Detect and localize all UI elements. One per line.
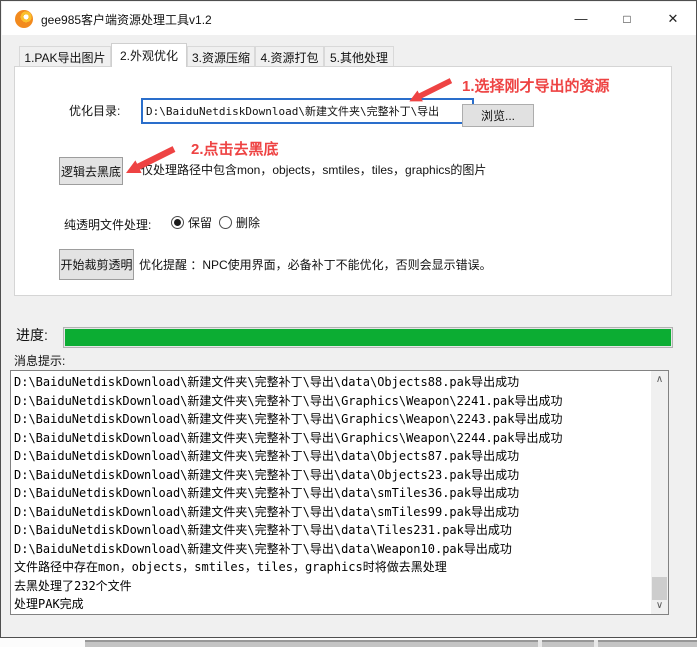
filter-hint: 仅处理路径中包含mon，objects，smtiles，tiles，graphi… bbox=[141, 163, 487, 177]
background-strip bbox=[0, 638, 697, 647]
scroll-down-icon[interactable]: ∨ bbox=[651, 597, 668, 614]
log-line: D:\BaiduNetdiskDownload\新建文件夹\完整补丁\导出\Gr… bbox=[14, 430, 563, 445]
progress-fill bbox=[65, 329, 671, 346]
annotation-1: 1.选择刚才导出的资源 bbox=[462, 78, 610, 95]
log-line: D:\BaiduNetdiskDownload\新建文件夹\完整补丁\导出\da… bbox=[14, 541, 512, 556]
log-line: D:\BaiduNetdiskDownload\新建文件夹\完整补丁\导出\Gr… bbox=[14, 393, 563, 408]
progress-bar bbox=[63, 327, 673, 348]
radio-unselected-icon bbox=[219, 216, 232, 229]
log-line: D:\BaiduNetdiskDownload\新建文件夹\完整补丁\导出\da… bbox=[14, 449, 520, 463]
background-bar-gap bbox=[594, 640, 598, 647]
log-line: D:\BaiduNetdiskDownload\新建文件夹\完整补丁\导出\da… bbox=[14, 504, 520, 519]
log-line: 处理PAK完成 bbox=[14, 597, 84, 611]
log-line: D:\BaiduNetdiskDownload\新建文件夹\完整补丁\导出\da… bbox=[14, 486, 520, 500]
crop-hint: 优化提醒 ：NPC使用界面，必备补丁不能优化，否则会显示错误。 bbox=[139, 258, 492, 272]
tab-other[interactable]: 5.其他处理 bbox=[324, 46, 394, 67]
minimize-icon: — bbox=[574, 11, 588, 26]
app-window: gee985客户端资源处理工具v1.2 — □ ✕ 1.PAK导出图片 2.外观… bbox=[0, 0, 697, 638]
window-title: gee985客户端资源处理工具v1.2 bbox=[41, 13, 212, 27]
radio-delete[interactable]: 删除 bbox=[219, 214, 260, 231]
tab-pack[interactable]: 4.资源打包 bbox=[255, 46, 324, 67]
browse-button[interactable]: 浏览... bbox=[462, 104, 534, 127]
close-button[interactable]: ✕ bbox=[650, 2, 696, 35]
scroll-up-icon[interactable]: ∧ bbox=[651, 371, 668, 388]
log-lines: D:\BaiduNetdiskDownload\新建文件夹\完整补丁\导出\da… bbox=[14, 373, 642, 614]
log-line: D:\BaiduNetdiskDownload\新建文件夹\完整补丁\导出\da… bbox=[14, 523, 512, 537]
minimize-button[interactable]: — bbox=[558, 2, 604, 35]
vertical-scrollbar[interactable]: ∧ ∨ bbox=[651, 371, 668, 614]
radio-selected-icon bbox=[171, 216, 184, 229]
titlebar[interactable]: gee985客户端资源处理工具v1.2 — □ ✕ bbox=[2, 2, 696, 35]
progress-label: 进度: bbox=[16, 327, 48, 343]
background-bar bbox=[85, 640, 697, 647]
radio-keep-label: 保留 bbox=[188, 216, 213, 230]
tab-compress[interactable]: 3.资源压缩 bbox=[187, 46, 255, 67]
messages-label: 消息提示: bbox=[14, 354, 66, 368]
annotation-arrow-1-icon bbox=[409, 78, 453, 102]
annotation-2: 2.点击去黑底 bbox=[191, 141, 279, 158]
app-icon bbox=[15, 10, 33, 28]
log-line: D:\BaiduNetdiskDownload\新建文件夹\完整补丁\导出\da… bbox=[14, 467, 520, 482]
tab-pak-export[interactable]: 1.PAK导出图片 bbox=[19, 46, 111, 67]
log-line: D:\BaiduNetdiskDownload\新建文件夹\完整补丁\导出\da… bbox=[14, 375, 520, 389]
crop-transparent-button[interactable]: 开始裁剪透明 bbox=[59, 249, 134, 280]
background-bar-gap bbox=[538, 640, 542, 647]
tab-appearance[interactable]: 2.外观优化 bbox=[111, 43, 187, 67]
close-icon: ✕ bbox=[667, 10, 679, 26]
log-line: D:\BaiduNetdiskDownload\新建文件夹\完整补丁\导出\Gr… bbox=[14, 412, 563, 426]
message-log[interactable]: D:\BaiduNetdiskDownload\新建文件夹\完整补丁\导出\da… bbox=[10, 370, 669, 615]
transparent-label: 纯透明文件处理: bbox=[64, 218, 152, 232]
maximize-button[interactable]: □ bbox=[604, 2, 650, 35]
log-line: 文件路径中存在mon，objects，smtiles，tiles，graphic… bbox=[14, 560, 447, 574]
radio-keep[interactable]: 保留 bbox=[171, 214, 212, 231]
log-line: 去黑处理了232个文件 bbox=[14, 578, 132, 593]
maximize-icon: □ bbox=[623, 11, 631, 26]
optimize-dir-label: 优化目录: bbox=[69, 104, 121, 118]
annotation-arrow-2-icon bbox=[126, 146, 176, 173]
radio-delete-label: 删除 bbox=[236, 216, 261, 230]
